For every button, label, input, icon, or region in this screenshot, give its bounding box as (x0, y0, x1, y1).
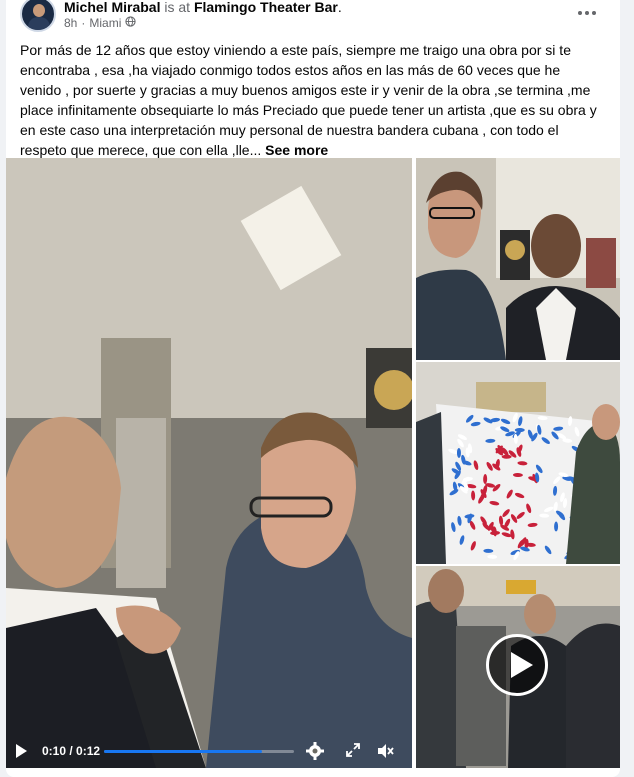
play-icon (511, 652, 533, 678)
video-controls: 0:10 / 0:12 (6, 732, 412, 768)
more-options-button[interactable] (572, 2, 602, 24)
photo-thumbnail-2[interactable] (416, 362, 620, 564)
settings-icon[interactable] (306, 742, 324, 760)
period: . (337, 0, 342, 15)
post-time[interactable]: 8h (64, 16, 77, 30)
post-body: Por más de 12 años que estoy viniendo a … (20, 40, 602, 160)
video-thumbnail-3[interactable] (416, 566, 620, 768)
is-at-text: is at (164, 0, 191, 15)
meta-separator: · (81, 16, 86, 30)
volume-muted-icon[interactable] (376, 742, 394, 760)
main-video[interactable]: 0:10 / 0:12 (6, 158, 412, 768)
expand-icon[interactable] (346, 743, 360, 757)
author-name[interactable]: Michel Mirabal (64, 0, 160, 15)
post-header: Michel Mirabal is at Flamingo Theater Ba… (6, 0, 620, 36)
photo-1-image (416, 158, 620, 360)
play-overlay-button[interactable] (486, 634, 548, 696)
play-icon[interactable] (16, 744, 27, 758)
video-progress-fill (104, 750, 262, 753)
globe-icon (125, 16, 136, 30)
post-meta: 8h · Miami (64, 16, 136, 30)
video-progress-bar[interactable] (104, 750, 294, 753)
video-frame (6, 158, 412, 768)
photo-2-image (416, 362, 620, 564)
video-time: 0:10 / 0:12 (42, 744, 101, 758)
post-location[interactable]: Miami (89, 16, 121, 30)
author-avatar[interactable] (20, 0, 56, 32)
more-horizontal-icon (578, 11, 596, 15)
media-grid: 0:10 / 0:12 (6, 158, 620, 768)
see-more-link[interactable]: See more (265, 142, 328, 158)
photo-thumbnail-1[interactable] (416, 158, 620, 360)
post-text: Por más de 12 años que estoy viniendo a … (20, 42, 597, 158)
author-line: Michel Mirabal is at Flamingo Theater Ba… (64, 0, 342, 15)
post-card: Michel Mirabal is at Flamingo Theater Ba… (6, 0, 620, 777)
place-name[interactable]: Flamingo Theater Bar (194, 0, 338, 15)
